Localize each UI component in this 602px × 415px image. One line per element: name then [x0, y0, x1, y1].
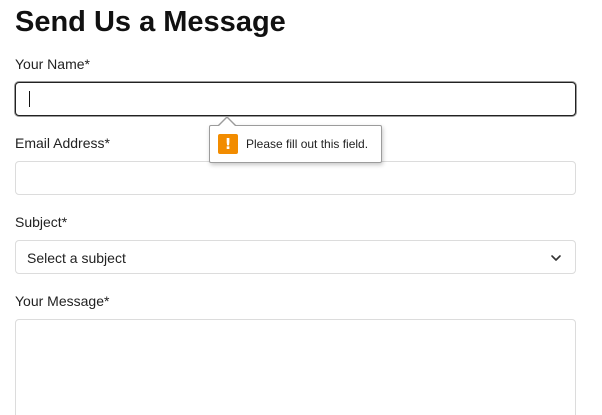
warning-icon: !	[218, 134, 238, 154]
page-title: Send Us a Message	[15, 6, 286, 38]
subject-select[interactable]: Select a subject	[15, 240, 576, 274]
chevron-down-icon	[551, 255, 561, 261]
email-label: Email Address*	[15, 135, 110, 151]
subject-label: Subject*	[15, 214, 68, 230]
contact-form-page: Send Us a Message Your Name* Email Addre…	[0, 0, 602, 415]
text-cursor	[29, 91, 30, 107]
tooltip-arrow-fill	[219, 118, 235, 126]
name-field[interactable]	[15, 82, 576, 116]
name-label: Your Name*	[15, 56, 90, 72]
email-field[interactable]	[15, 161, 576, 195]
message-label: Your Message*	[15, 293, 110, 309]
subject-selected-value: Select a subject	[27, 250, 126, 266]
message-textarea[interactable]	[15, 319, 576, 415]
validation-tooltip: ! Please fill out this field.	[209, 125, 382, 163]
validation-message: Please fill out this field.	[246, 137, 369, 151]
